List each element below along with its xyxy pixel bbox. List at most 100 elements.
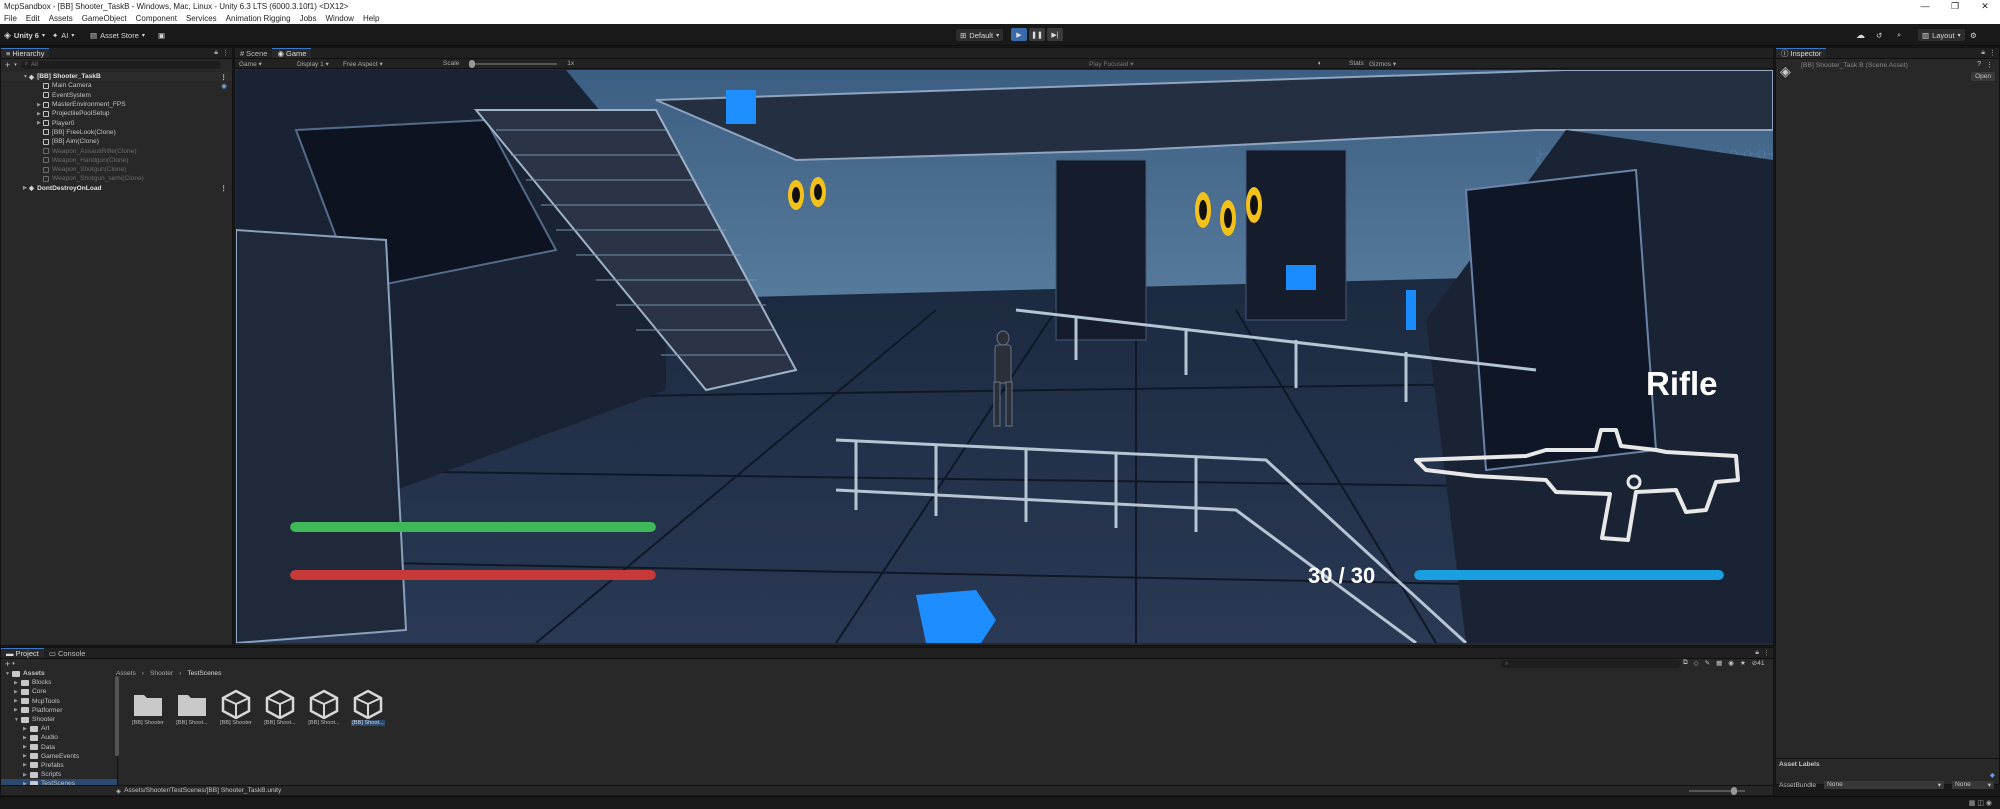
tab-game[interactable]: ◉ Game	[272, 48, 312, 58]
expand-arrow-icon[interactable]: ▶	[23, 744, 30, 750]
expand-arrow-icon[interactable]: ▶	[23, 735, 30, 741]
help-icon[interactable]: ?	[1977, 61, 1981, 68]
hierarchy-scene-row[interactable]: ▼ ◈ [BB] Shooter_TaskB ⋮	[1, 72, 232, 82]
project-tree-item[interactable]: ▶ Prefabs	[1, 761, 117, 770]
asset-bundle-dropdown[interactable]: None ▾	[1824, 781, 1945, 789]
kebab-menu-icon[interactable]: ⋮	[222, 49, 229, 57]
tab-hierarchy[interactable]: ≡ Hierarchy	[1, 48, 50, 58]
menu-edit[interactable]: Edit	[26, 14, 40, 23]
asset-scene[interactable]: [BB] Shoot...	[304, 688, 344, 726]
tab-project[interactable]: ▬ Project	[1, 648, 44, 658]
kebab-menu-icon[interactable]: ⋮	[1989, 49, 1996, 57]
hierarchy-item[interactable]: EventSystem	[1, 91, 232, 100]
zoom-slider[interactable]	[1689, 787, 1745, 795]
close-button[interactable]: ✕	[1970, 0, 2000, 12]
breadcrumb-shooter[interactable]: Shooter	[150, 670, 173, 677]
menu-component[interactable]: Component	[136, 14, 177, 23]
filter-type-icon[interactable]: ⧉	[1683, 659, 1688, 667]
display-dropdown[interactable]: Display 1 ▾	[297, 60, 333, 68]
hierarchy-item[interactable]: ▶ ProjectilePoolSetup	[1, 109, 232, 118]
tab-scene[interactable]: # Scene	[235, 48, 272, 58]
hierarchy-item[interactable]: Weapon_Handgun(Clone)	[1, 156, 232, 165]
hierarchy-item[interactable]: Weapon_AssaultRifle(Clone)	[1, 146, 232, 155]
project-search-input[interactable]: ⌕	[1501, 660, 1681, 668]
game-mode-dropdown[interactable]: Game ▾	[239, 60, 287, 68]
expand-arrow-icon[interactable]: ▶	[14, 689, 21, 695]
menu-animation-rigging[interactable]: Animation Rigging	[226, 14, 291, 23]
hierarchy-item[interactable]: [BB] Aim(Clone)	[1, 137, 232, 146]
expand-arrow-icon[interactable]: ▶	[23, 726, 30, 732]
layout-dropdown[interactable]: ▥ Layout ▾	[1918, 29, 1965, 41]
menu-help[interactable]: Help	[363, 14, 379, 23]
cloud-icon[interactable]: ☁	[1856, 29, 1865, 41]
expand-arrow-icon[interactable]: ▼	[14, 717, 21, 723]
add-icon[interactable]: +	[5, 659, 10, 669]
expand-arrow-icon[interactable]: ▶	[14, 680, 21, 686]
menu-assets[interactable]: Assets	[49, 14, 73, 23]
hierarchy-item[interactable]: Weapon_Shotgun(Clone)	[1, 165, 232, 174]
asset-scene[interactable]: [BB] Shoot...	[348, 688, 388, 726]
hierarchy-item[interactable]: Weapon_Shotgun_semi(Clone)	[1, 174, 232, 183]
expand-arrow-icon[interactable]: ▼	[5, 671, 12, 677]
play-button[interactable]: ▶	[1011, 28, 1027, 41]
pause-button[interactable]: ❚❚	[1029, 28, 1045, 41]
aspect-dropdown[interactable]: Free Aspect ▾	[343, 60, 433, 68]
ai-button[interactable]: ✦ AI ▾	[52, 29, 74, 41]
project-tree-item[interactable]: ▼ Shooter	[1, 715, 117, 724]
expand-arrow-icon[interactable]: ▶	[23, 762, 30, 768]
project-tree-item[interactable]: ▶ Data	[1, 743, 117, 752]
asset-folder[interactable]: [BB] Shoot...	[172, 688, 212, 726]
kebab-menu-icon[interactable]: ⋮	[220, 184, 227, 192]
minimize-button[interactable]: —	[1910, 0, 1940, 12]
asset-scene[interactable]: [BB] Shooter	[216, 688, 256, 726]
zoom-slider-handle[interactable]	[1731, 787, 1737, 795]
kebab-menu-icon[interactable]: ⋮	[1763, 649, 1770, 657]
breadcrumb-assets[interactable]: Assets	[116, 670, 136, 677]
asset-scene[interactable]: [BB] Shoot...	[260, 688, 300, 726]
play-focused-dropdown[interactable]: Play Focused ▾	[1089, 60, 1133, 68]
filter-asset-icon[interactable]: ▦	[1716, 659, 1722, 667]
eye-icon[interactable]: ◉	[1728, 659, 1734, 667]
lock-icon[interactable]: 🔒︎	[214, 49, 218, 57]
menu-jobs[interactable]: Jobs	[300, 14, 317, 23]
expand-arrow-icon[interactable]: ▶	[23, 753, 30, 759]
project-tree-item[interactable]: ▶ Platformer	[1, 706, 117, 715]
tab-inspector[interactable]: ⓘ Inspector	[1776, 48, 1827, 58]
asset-bundle-variant-dropdown[interactable]: None ▾	[1952, 781, 1995, 789]
lock-icon[interactable]: 🔒︎	[1981, 49, 1985, 57]
tab-console[interactable]: ▭ Console	[44, 648, 91, 658]
open-button[interactable]: Open	[1971, 72, 1995, 81]
kebab-menu-icon[interactable]: ⋮	[1986, 61, 1993, 69]
project-tree-item[interactable]: ▼ Assets	[1, 669, 117, 678]
visibility-eye-icon[interactable]: ◉	[221, 82, 227, 90]
mute-icon[interactable]: 🔈︎	[1318, 60, 1322, 68]
filter-tag-icon[interactable]: ✎	[1705, 659, 1710, 667]
star-icon[interactable]: ★	[1740, 659, 1746, 667]
settings-gear-icon[interactable]: ⚙	[1970, 29, 1977, 41]
scale-slider[interactable]	[469, 59, 558, 68]
hierarchy-item[interactable]: Main Camera ◉	[1, 81, 232, 90]
project-tree-item[interactable]: ▶ McpTools	[1, 697, 117, 706]
project-tree-item[interactable]: ▶ Audio	[1, 733, 117, 742]
asset-store-button[interactable]: ▤ Asset Store ▾	[90, 29, 145, 41]
hierarchy-dontdestroy-row[interactable]: ▶ ◈ DontDestroyOnLoad ⋮	[1, 184, 232, 193]
project-tree-item[interactable]: ▶ Scripts	[1, 770, 117, 779]
expand-arrow-icon[interactable]: ▶	[23, 772, 30, 778]
hierarchy-search-input[interactable]: ⌕ All	[20, 60, 221, 69]
stats-button[interactable]: Stats	[1349, 60, 1364, 67]
filter-label-icon[interactable]: ◇	[1694, 659, 1699, 667]
menu-services[interactable]: Services	[186, 14, 217, 23]
step-button[interactable]: ▶|	[1047, 28, 1063, 41]
asset-folder[interactable]: [BB] Shooter	[128, 688, 168, 726]
expand-arrow-icon[interactable]: ▶	[14, 707, 21, 713]
game-viewport[interactable]: Rifle 30 / 30	[236, 70, 1773, 643]
breadcrumb-testscenes[interactable]: TestScenes	[187, 670, 221, 677]
kebab-menu-icon[interactable]: ⋮	[220, 73, 227, 81]
scale-slider-handle[interactable]	[469, 59, 476, 68]
lock-icon[interactable]: 🔒︎	[1755, 649, 1759, 657]
account-button[interactable]: ◈ Unity 6 ▾	[4, 29, 45, 41]
project-tree-item[interactable]: ▶ Blocks	[1, 678, 117, 687]
layout-default-dropdown[interactable]: ⊞ Default ▾	[956, 29, 1004, 41]
menu-file[interactable]: File	[4, 14, 17, 23]
history-icon[interactable]: ↺	[1876, 29, 1882, 41]
